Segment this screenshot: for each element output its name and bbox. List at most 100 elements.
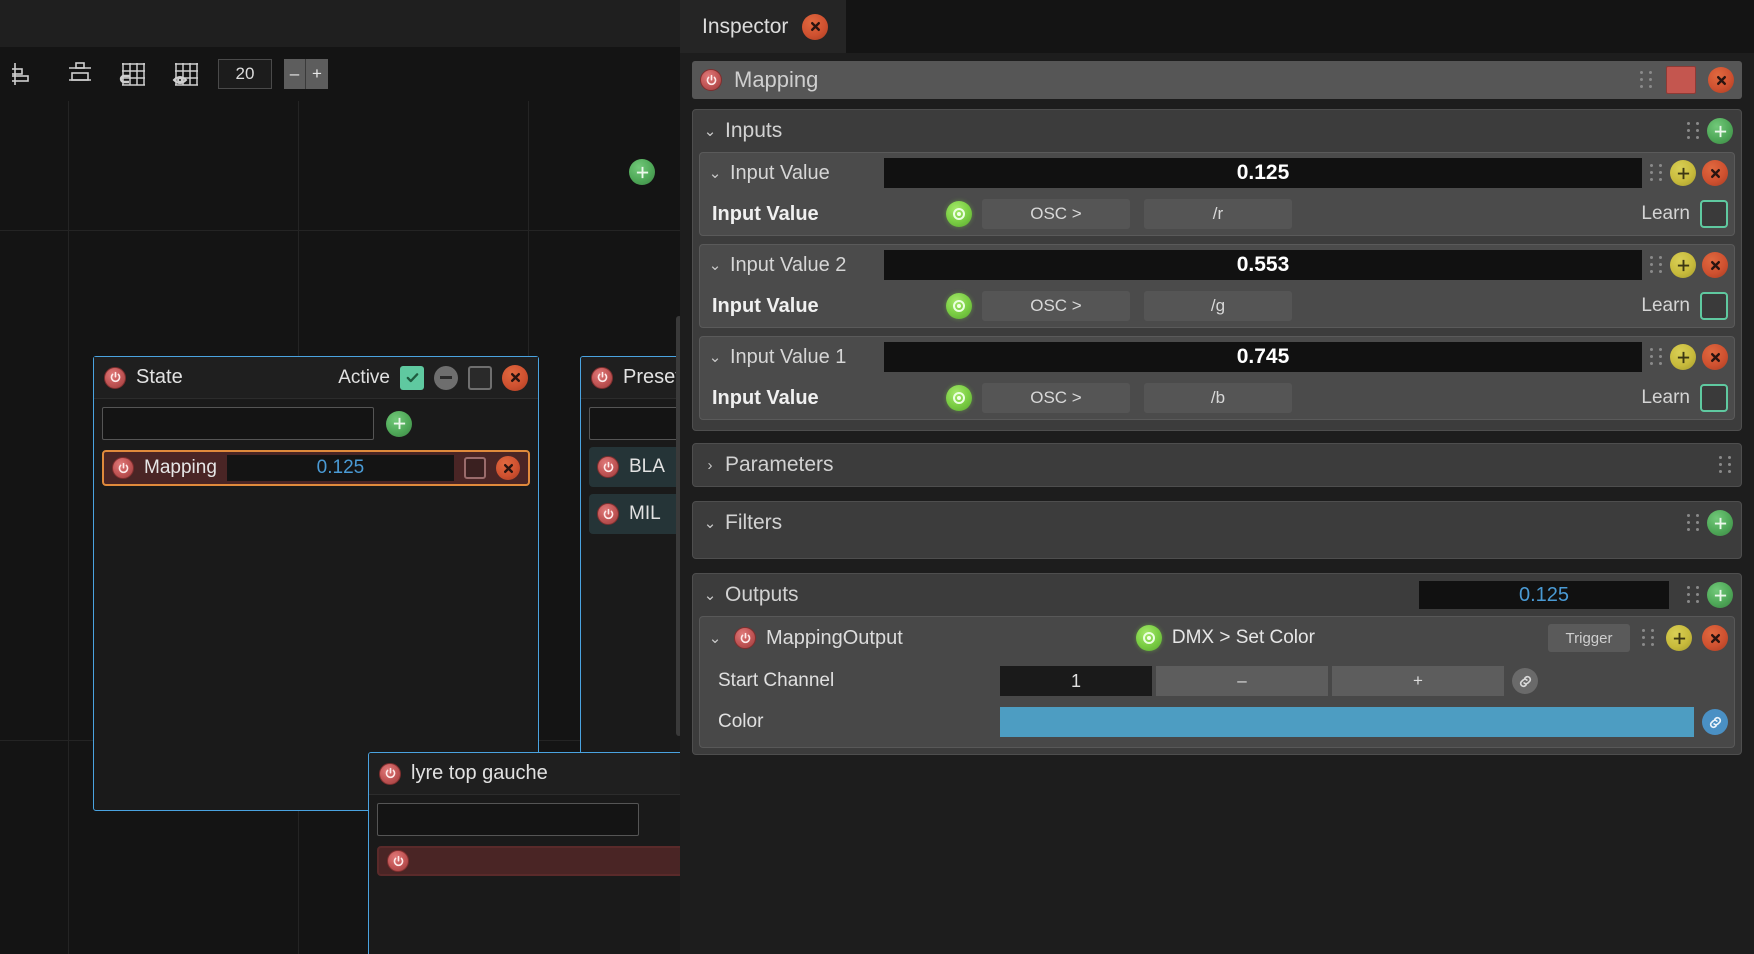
drag-handle-icon[interactable]	[1648, 163, 1664, 183]
filters-add-button[interactable]	[1707, 510, 1733, 536]
chevron-down-icon[interactable]: ⌄	[701, 122, 719, 140]
start-channel-label: Start Channel	[718, 670, 835, 691]
chevron-down-icon[interactable]: ⌄	[706, 348, 724, 366]
start-channel-decrement-button[interactable]: –	[1156, 666, 1328, 696]
input-value-header[interactable]: ⌄ Input Value 2 0.553	[700, 245, 1734, 285]
input-remove-button[interactable]	[1702, 160, 1728, 186]
trigger-button[interactable]: Trigger	[1548, 624, 1630, 652]
grid-size-increment-button[interactable]: +	[306, 59, 328, 89]
input-add-button[interactable]	[1670, 252, 1696, 278]
state-collapse-button[interactable]	[434, 365, 458, 390]
power-icon[interactable]	[700, 69, 722, 91]
inspector-close-button[interactable]	[1708, 67, 1734, 93]
input-remove-button[interactable]	[1702, 344, 1728, 370]
outputs-add-button[interactable]	[1707, 582, 1733, 608]
mapping-output-command[interactable]: DMX > Set Color	[1172, 627, 1315, 649]
chevron-down-icon[interactable]: ⌄	[706, 164, 724, 182]
inputs-add-button[interactable]	[1707, 118, 1733, 144]
drag-handle-icon[interactable]	[1640, 628, 1656, 648]
drag-handle-icon[interactable]	[1638, 70, 1654, 90]
state-maximize-button[interactable]	[468, 365, 492, 390]
power-icon[interactable]	[387, 850, 409, 872]
lyre-row[interactable]	[377, 846, 699, 876]
state-active-checkbox[interactable]	[400, 365, 424, 390]
power-icon[interactable]	[112, 457, 134, 479]
input-protocol-button[interactable]: OSC >	[982, 383, 1130, 413]
drag-handle-icon[interactable]	[1685, 585, 1701, 605]
mapping-output-header[interactable]: ⌄ MappingOutput DMX > Set Color Trigger	[700, 617, 1734, 659]
power-icon[interactable]	[379, 762, 401, 785]
input-value[interactable]: 0.553	[884, 250, 1642, 280]
filters-section-header[interactable]: ⌄ Filters	[693, 502, 1741, 544]
drag-handle-icon[interactable]	[1648, 347, 1664, 367]
left-topbar	[0, 0, 680, 47]
target-icon[interactable]	[946, 293, 972, 319]
align-center-vertical-icon[interactable]	[0, 47, 53, 101]
power-icon[interactable]	[104, 366, 126, 389]
mapping-output-remove-button[interactable]	[1702, 625, 1728, 651]
grid-size-input[interactable]: 20	[218, 59, 272, 89]
power-icon[interactable]	[734, 627, 756, 649]
grid-visible-icon[interactable]	[159, 47, 212, 101]
start-channel-increment-button[interactable]: +	[1332, 666, 1504, 696]
target-icon[interactable]	[946, 385, 972, 411]
align-distribute-icon[interactable]	[53, 47, 106, 101]
learn-checkbox[interactable]	[1700, 292, 1728, 320]
outputs-section-header[interactable]: ⌄ Outputs 0.125	[693, 574, 1741, 616]
link-icon[interactable]	[1512, 668, 1538, 694]
state-add-button[interactable]	[386, 410, 412, 437]
state-mapping-row[interactable]: Mapping 0.125	[102, 450, 530, 486]
power-icon[interactable]	[597, 456, 619, 478]
lyre-panel[interactable]: lyre top gauche	[368, 752, 708, 954]
link-icon[interactable]	[1702, 709, 1728, 735]
input-add-button[interactable]	[1670, 160, 1696, 186]
input-remove-button[interactable]	[1702, 252, 1728, 278]
input-protocol-button[interactable]: OSC >	[982, 199, 1130, 229]
drag-handle-icon[interactable]	[1717, 455, 1733, 475]
chevron-down-icon[interactable]: ⌄	[701, 514, 719, 532]
grid-size-decrement-button[interactable]: –	[284, 59, 306, 89]
close-icon[interactable]	[802, 13, 829, 40]
input-protocol-button[interactable]: OSC >	[982, 291, 1130, 321]
chevron-down-icon[interactable]: ⌄	[701, 586, 719, 604]
input-address-button[interactable]: /b	[1144, 383, 1292, 413]
inputs-section-header[interactable]: ⌄ Inputs	[693, 110, 1741, 152]
mapping-row-checkbox[interactable]	[464, 457, 486, 479]
learn-checkbox[interactable]	[1700, 384, 1728, 412]
mapping-output-add-button[interactable]	[1666, 625, 1692, 651]
drag-handle-icon[interactable]	[1685, 513, 1701, 533]
editor-canvas[interactable]: State Active Mapping 0.125 Preset BLA MI…	[0, 101, 800, 954]
input-address-button[interactable]: /g	[1144, 291, 1292, 321]
drag-handle-icon[interactable]	[1648, 255, 1664, 275]
power-icon[interactable]	[597, 503, 619, 525]
grid-snap-icon[interactable]	[106, 47, 159, 101]
state-panel[interactable]: State Active Mapping 0.125	[93, 356, 539, 811]
input-add-button[interactable]	[1670, 344, 1696, 370]
canvas-add-button[interactable]	[629, 159, 655, 185]
input-address-button[interactable]: /r	[1144, 199, 1292, 229]
color-swatch-field[interactable]	[1000, 707, 1694, 737]
lyre-search-input[interactable]	[377, 803, 639, 836]
grid-size-stepper: – +	[284, 59, 328, 89]
target-icon[interactable]	[1135, 625, 1162, 651]
learn-checkbox[interactable]	[1700, 200, 1728, 228]
parameters-section-header[interactable]: › Parameters	[693, 444, 1741, 486]
target-icon[interactable]	[946, 201, 972, 227]
start-channel-input[interactable]: 1	[1000, 666, 1152, 696]
power-icon[interactable]	[591, 366, 613, 389]
drag-handle-icon[interactable]	[1685, 121, 1701, 141]
state-search-input[interactable]	[102, 407, 374, 440]
tab-inspector[interactable]: Inspector	[680, 0, 847, 53]
state-close-button[interactable]	[502, 364, 528, 391]
color-swatch[interactable]	[1666, 66, 1696, 94]
input-value[interactable]: 0.125	[884, 158, 1642, 188]
input-value-header[interactable]: ⌄ Input Value 0.125	[700, 153, 1734, 193]
input-value-header[interactable]: ⌄ Input Value 1 0.745	[700, 337, 1734, 377]
chevron-down-icon[interactable]: ⌄	[706, 256, 724, 274]
input-value-group: ⌄ Input Value 0.125 Input Value OSC > /r…	[699, 152, 1735, 236]
chevron-right-icon[interactable]: ›	[701, 457, 719, 474]
filters-section: ⌄ Filters	[692, 501, 1742, 559]
input-value[interactable]: 0.745	[884, 342, 1642, 372]
mapping-row-close-button[interactable]	[496, 456, 520, 480]
chevron-down-icon[interactable]: ⌄	[706, 629, 724, 647]
